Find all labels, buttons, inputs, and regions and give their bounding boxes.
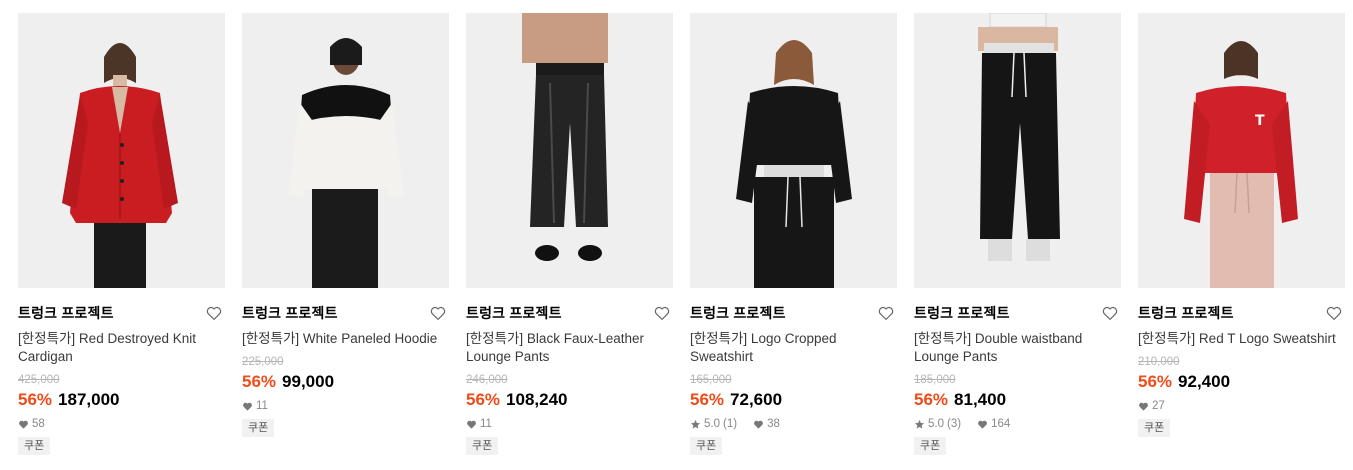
sale-price: 92,400 xyxy=(1178,372,1231,391)
heart-filled-icon xyxy=(753,419,764,430)
heart-filled-icon xyxy=(18,419,29,430)
product-meta: 11 xyxy=(242,399,449,413)
product-meta: 27 xyxy=(1138,399,1345,413)
product-photo-logo-cropped-sweatshirt xyxy=(690,13,897,288)
original-price: 225,000 xyxy=(242,356,284,368)
product-card[interactable]: T 트렁크 프로젝트 [한정특가] Red T Logo Sweatshirt … xyxy=(1138,13,1345,437)
price-row: 56% 108,240 xyxy=(466,389,673,411)
sale-price: 187,000 xyxy=(58,390,120,409)
discount-rate: 56% xyxy=(466,390,501,409)
product-card[interactable]: 트렁크 프로젝트 [한정특가] Logo Cropped Sweatshirt … xyxy=(690,13,897,455)
star-icon xyxy=(914,419,925,430)
heart-filled-icon xyxy=(977,419,988,430)
like-count: 11 xyxy=(256,400,268,412)
product-photo-black-leather-pants xyxy=(466,13,673,288)
brand-name[interactable]: 트렁크 프로젝트 xyxy=(914,304,1121,322)
sale-price: 108,240 xyxy=(506,390,568,409)
wishlist-heart-icon[interactable] xyxy=(1101,304,1119,322)
coupon-badge: 쿠폰 xyxy=(914,437,947,455)
product-title[interactable]: [한정특가] Red Destroyed Knit Cardigan xyxy=(18,330,225,366)
discount-rate: 56% xyxy=(690,390,725,409)
product-card[interactable]: 트렁크 프로젝트 [한정특가] Black Faux-Leather Loung… xyxy=(466,13,673,455)
coupon-badge: 쿠폰 xyxy=(1138,419,1171,437)
wishlist-heart-icon[interactable] xyxy=(877,304,895,322)
product-meta: 5.0 (1) 38 xyxy=(690,417,897,431)
discount-rate: 56% xyxy=(914,390,949,409)
rating-value: 5.0 xyxy=(928,418,944,430)
original-price: 185,000 xyxy=(914,374,956,386)
price-row: 56% 72,600 xyxy=(690,389,897,411)
product-image[interactable] xyxy=(690,13,897,288)
wishlist-heart-icon[interactable] xyxy=(205,304,223,322)
product-meta: 5.0 (3) 164 xyxy=(914,417,1121,431)
original-price: 210,000 xyxy=(1138,356,1180,368)
product-photo-red-t-logo-sweatshirt: T xyxy=(1138,13,1345,288)
product-title[interactable]: [한정특가] Logo Cropped Sweatshirt xyxy=(690,330,897,366)
original-price: 425,000 xyxy=(18,374,60,386)
price-row: 56% 187,000 xyxy=(18,389,225,411)
product-meta: 58 xyxy=(18,417,225,431)
product-image[interactable] xyxy=(466,13,673,288)
product-title[interactable]: [한정특가] Red T Logo Sweatshirt xyxy=(1138,330,1345,348)
price-row: 56% 81,400 xyxy=(914,389,1121,411)
product-image[interactable]: T xyxy=(1138,13,1345,288)
discount-rate: 56% xyxy=(18,390,53,409)
discount-rate: 56% xyxy=(242,372,277,391)
product-photo-double-waistband-pants xyxy=(914,13,1121,288)
sale-price: 99,000 xyxy=(282,372,335,391)
discount-rate: 56% xyxy=(1138,372,1173,391)
wishlist-heart-icon[interactable] xyxy=(653,304,671,322)
review-count: (1) xyxy=(723,418,738,430)
price-row: 56% 92,400 xyxy=(1138,371,1345,393)
wishlist-heart-icon[interactable] xyxy=(1325,304,1343,322)
brand-name[interactable]: 트렁크 프로젝트 xyxy=(242,304,449,322)
product-title[interactable]: [한정특가] Double waistband Lounge Pants xyxy=(914,330,1121,366)
brand-name[interactable]: 트렁크 프로젝트 xyxy=(1138,304,1345,322)
heart-filled-icon xyxy=(466,419,477,430)
like-count: 38 xyxy=(767,418,780,430)
brand-name[interactable]: 트렁크 프로젝트 xyxy=(690,304,897,322)
coupon-badge: 쿠폰 xyxy=(242,419,275,437)
original-price: 246,000 xyxy=(466,374,508,386)
price-row: 56% 99,000 xyxy=(242,371,449,393)
like-count: 27 xyxy=(1152,400,1165,412)
rating-value: 5.0 xyxy=(704,418,720,430)
like-count: 11 xyxy=(480,418,492,430)
coupon-badge: 쿠폰 xyxy=(466,437,499,455)
original-price: 165,000 xyxy=(690,374,732,386)
product-title[interactable]: [한정특가] White Paneled Hoodie xyxy=(242,330,449,348)
product-image[interactable] xyxy=(242,13,449,288)
product-card[interactable]: 트렁크 프로젝트 [한정특가] Red Destroyed Knit Cardi… xyxy=(18,13,225,455)
review-count: (3) xyxy=(947,418,962,430)
product-photo-red-cardigan xyxy=(18,13,225,288)
product-card[interactable]: 트렁크 프로젝트 [한정특가] White Paneled Hoodie 225… xyxy=(242,13,449,437)
product-card[interactable]: 트렁크 프로젝트 [한정특가] Double waistband Lounge … xyxy=(914,13,1121,455)
heart-filled-icon xyxy=(242,401,253,412)
product-meta: 11 xyxy=(466,417,673,431)
product-photo-white-hoodie xyxy=(242,13,449,288)
svg-text:T: T xyxy=(1255,113,1265,129)
coupon-badge: 쿠폰 xyxy=(18,437,51,455)
sale-price: 81,400 xyxy=(954,390,1007,409)
wishlist-heart-icon[interactable] xyxy=(429,304,447,322)
product-title[interactable]: [한정특가] Black Faux-Leather Lounge Pants xyxy=(466,330,673,366)
brand-name[interactable]: 트렁크 프로젝트 xyxy=(466,304,673,322)
product-grid: 트렁크 프로젝트 [한정특가] Red Destroyed Knit Cardi… xyxy=(0,0,1353,470)
product-image[interactable] xyxy=(914,13,1121,288)
heart-filled-icon xyxy=(1138,401,1149,412)
brand-name[interactable]: 트렁크 프로젝트 xyxy=(18,304,225,322)
like-count: 164 xyxy=(991,418,1011,430)
coupon-badge: 쿠폰 xyxy=(690,437,723,455)
star-icon xyxy=(690,419,701,430)
sale-price: 72,600 xyxy=(730,390,783,409)
product-image[interactable] xyxy=(18,13,225,288)
like-count: 58 xyxy=(32,418,45,430)
